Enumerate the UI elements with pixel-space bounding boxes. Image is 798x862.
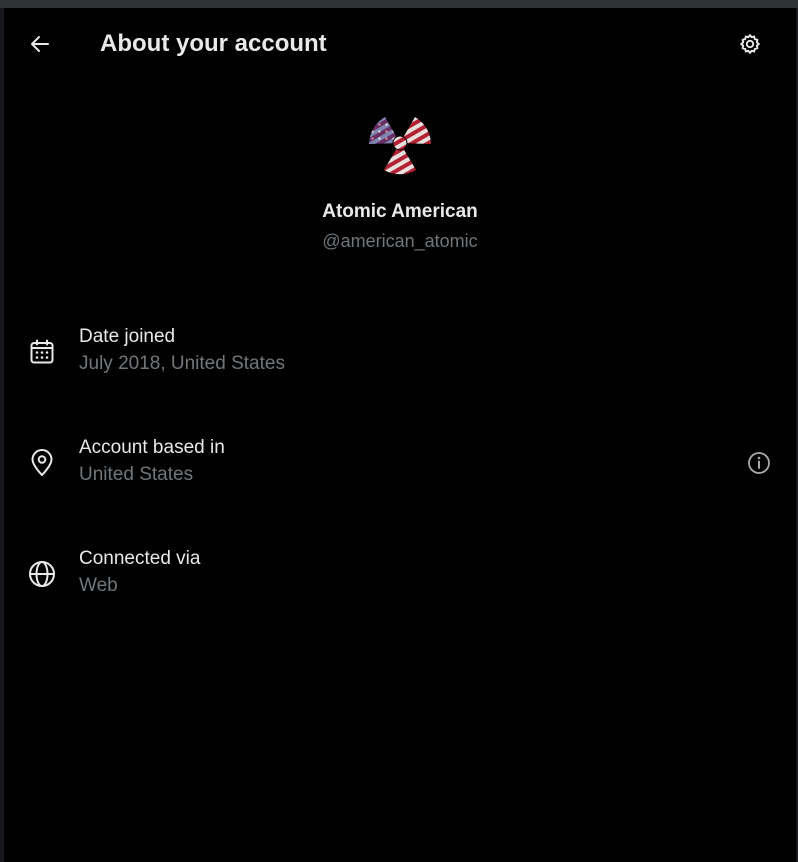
detail-value: July 2018, United States bbox=[79, 353, 285, 374]
detail-row-connected-via: Connected via Web bbox=[4, 542, 796, 602]
page-title: About your account bbox=[100, 30, 327, 57]
user-handle: @american_atomic bbox=[322, 231, 478, 251]
back-button[interactable] bbox=[20, 26, 60, 62]
detail-value: Web bbox=[79, 575, 118, 596]
window-top-border bbox=[0, 0, 798, 8]
avatar[interactable] bbox=[355, 100, 445, 190]
settings-button[interactable] bbox=[730, 26, 770, 62]
display-name: Atomic American bbox=[322, 201, 478, 222]
detail-text: Date joined July 2018, United States bbox=[79, 325, 285, 376]
detail-text: Connected via Web bbox=[79, 547, 200, 598]
detail-label: Date joined bbox=[79, 326, 176, 347]
arrow-left-icon bbox=[28, 32, 52, 56]
detail-value: United States bbox=[79, 464, 194, 485]
detail-label: Account based in bbox=[79, 437, 225, 458]
location-pin-icon bbox=[26, 447, 58, 479]
detail-text: Account based in United States bbox=[79, 436, 225, 487]
info-button[interactable] bbox=[744, 448, 774, 478]
header: About your account bbox=[4, 8, 796, 80]
calendar-icon bbox=[26, 336, 58, 368]
profile-section: Atomic American @american_atomic bbox=[4, 100, 796, 252]
globe-icon bbox=[26, 558, 58, 590]
info-icon bbox=[747, 451, 771, 475]
detail-row-date-joined: Date joined July 2018, United States bbox=[4, 320, 796, 380]
detail-row-account-based-in: Account based in United States bbox=[4, 431, 796, 491]
gear-icon bbox=[738, 32, 762, 56]
detail-label: Connected via bbox=[79, 548, 201, 569]
